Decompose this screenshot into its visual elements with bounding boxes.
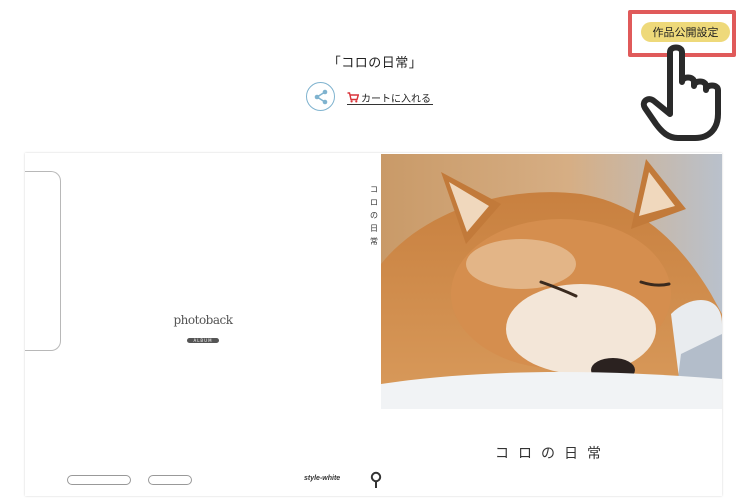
cart-label: カートに入れる bbox=[361, 93, 431, 105]
photoback-logo: photoback ALBUM bbox=[173, 313, 233, 346]
photoback-p-icon bbox=[370, 471, 382, 488]
share-icon bbox=[314, 89, 327, 104]
placeholder-bar bbox=[148, 475, 192, 485]
photobook-preview: photoback ALBUM コ ロ の 日 常 コロの日常 style-wh… bbox=[25, 153, 722, 496]
logo-text: photoback bbox=[173, 313, 233, 327]
logo-sub-text: ALBUM bbox=[187, 338, 219, 343]
style-label: style-white bbox=[304, 475, 341, 482]
placeholder-bar bbox=[67, 475, 131, 485]
spine-title: コ ロ の 日 常 bbox=[370, 185, 378, 246]
cover-photo bbox=[381, 154, 722, 409]
add-to-cart-link[interactable]: カートに入れる bbox=[347, 90, 433, 105]
publish-settings-button[interactable]: 作品公開設定 bbox=[641, 22, 730, 42]
pointing-hand-icon bbox=[640, 44, 721, 141]
cart-icon bbox=[347, 91, 359, 102]
back-cover-tab bbox=[25, 171, 61, 351]
share-button[interactable] bbox=[306, 82, 335, 111]
cover-title: コロの日常 bbox=[495, 446, 610, 462]
